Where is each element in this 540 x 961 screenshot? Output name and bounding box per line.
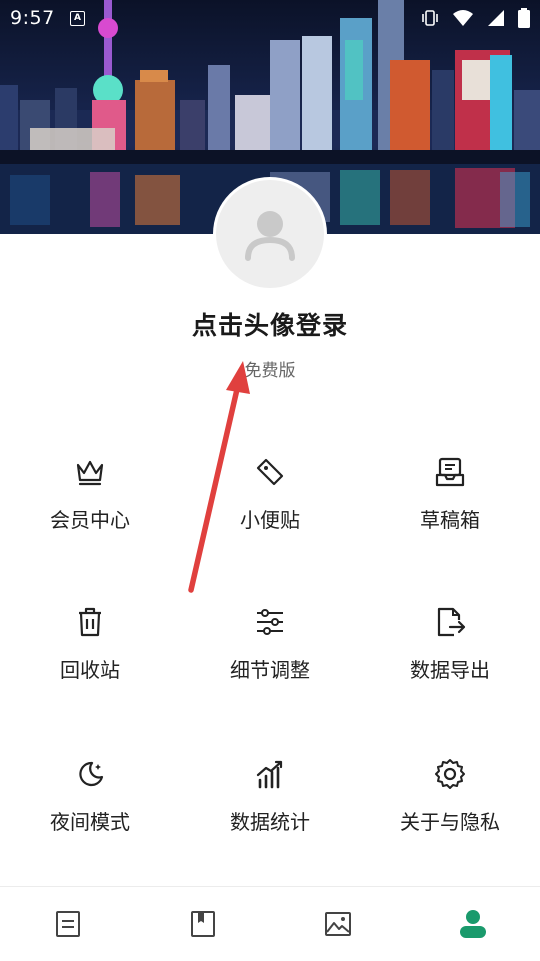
bottom-nav <box>0 886 540 961</box>
menu-label: 会员中心 <box>50 508 130 532</box>
menu-drafts[interactable]: 草稿箱 <box>360 456 540 576</box>
status-time: 9:57 <box>10 7 55 29</box>
login-prompt[interactable]: 点击头像登录 <box>0 306 540 342</box>
list-icon <box>55 911 80 937</box>
menu-data-statistics[interactable]: 数据统计 <box>180 758 360 878</box>
menu-label: 夜间模式 <box>50 810 130 834</box>
gear-icon <box>435 759 465 789</box>
menu-label: 数据统计 <box>230 810 310 834</box>
tab-notes-list[interactable] <box>0 887 135 961</box>
battery-icon <box>518 8 530 28</box>
sliders-icon <box>257 609 283 635</box>
avatar-button[interactable] <box>216 180 324 288</box>
status-icons <box>420 8 530 28</box>
book-icon <box>190 911 215 937</box>
wifi-icon <box>453 10 473 26</box>
menu-label: 数据导出 <box>410 658 490 682</box>
vibrate-icon <box>422 10 438 26</box>
a-badge-icon: A <box>70 11 85 26</box>
menu-recycle-bin[interactable]: 回收站 <box>0 606 180 726</box>
menu-label: 小便贴 <box>240 508 300 532</box>
menu-label: 草稿箱 <box>420 508 480 532</box>
drafts-tray-icon <box>435 457 465 487</box>
edition-label: 免费版 <box>244 361 296 381</box>
menu-detail-adjust[interactable]: 细节调整 <box>180 606 360 726</box>
profile-icon <box>459 910 486 938</box>
status-bar: 9:57 A <box>0 0 540 36</box>
bar-chart-icon <box>256 760 283 789</box>
default-user-icon <box>245 211 295 261</box>
menu-night-mode[interactable]: 夜间模式 <box>0 758 180 878</box>
menu-membership-center[interactable]: 会员中心 <box>0 456 180 576</box>
signal-icon <box>488 10 504 26</box>
menu-sticky-notes[interactable]: 小便贴 <box>180 456 360 576</box>
tab-profile[interactable] <box>405 887 540 961</box>
menu-data-export[interactable]: 数据导出 <box>360 606 540 726</box>
menu-label: 回收站 <box>60 658 120 682</box>
tab-gallery[interactable] <box>270 887 405 961</box>
image-icon <box>324 912 351 936</box>
trash-icon <box>79 607 101 637</box>
crown-icon <box>76 460 104 486</box>
menu-about-privacy[interactable]: 关于与隐私 <box>360 758 540 878</box>
menu-label: 关于与隐私 <box>400 810 500 834</box>
menu-label: 细节调整 <box>230 658 310 682</box>
tab-notebook[interactable] <box>135 887 270 961</box>
moon-icon <box>79 761 104 787</box>
tag-icon <box>256 458 284 486</box>
export-file-icon <box>437 607 466 637</box>
